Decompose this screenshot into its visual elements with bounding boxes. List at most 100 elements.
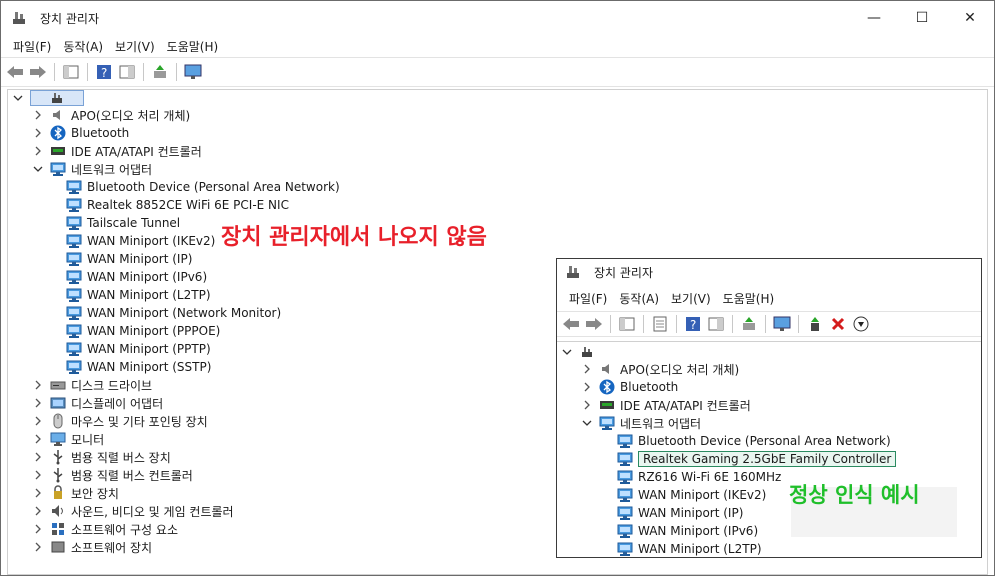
minimize-button[interactable]: — bbox=[850, 1, 898, 35]
device-item[interactable]: RZ616 Wi-Fi 6E 160MHz bbox=[617, 468, 781, 486]
maximize-button[interactable]: ☐ bbox=[898, 1, 946, 35]
device-item[interactable]: WAN Miniport (PPPOE) bbox=[66, 322, 220, 340]
chevron-right-icon[interactable] bbox=[32, 109, 44, 121]
device-category[interactable]: Bluetooth bbox=[581, 378, 678, 396]
show-hide-console-tree-icon[interactable] bbox=[61, 62, 81, 82]
device-category[interactable]: 범용 직렬 버스 장치 bbox=[32, 448, 171, 466]
monitor-icon bbox=[50, 431, 66, 447]
back-arrow-icon[interactable] bbox=[561, 314, 581, 334]
menu-file[interactable]: 파일(F) bbox=[7, 38, 57, 55]
network-adapter-icon bbox=[66, 287, 82, 303]
device-item[interactable]: Realtek Gaming 2.5GbE Family Controller bbox=[617, 450, 897, 468]
device-category[interactable]: 사운드, 비디오 및 게임 컨트롤러 bbox=[32, 502, 234, 520]
device-item[interactable]: Bluetooth Device (Personal Area Network) bbox=[66, 178, 340, 196]
chevron-right-icon[interactable] bbox=[32, 127, 44, 139]
forward-arrow-icon[interactable] bbox=[584, 314, 604, 334]
menu-help[interactable]: 도움말(H) bbox=[161, 38, 225, 55]
menu-view[interactable]: 보기(V) bbox=[665, 290, 717, 307]
tree-root[interactable] bbox=[12, 90, 89, 107]
chevron-right-icon[interactable] bbox=[32, 433, 44, 445]
chevron-down-icon[interactable] bbox=[32, 163, 44, 175]
chevron-right-icon[interactable] bbox=[581, 381, 593, 393]
device-category[interactable]: IDE ATA/ATAPI 컨트롤러 bbox=[581, 396, 751, 414]
device-item[interactable]: WAN Miniport (IP) bbox=[617, 504, 743, 522]
device-category[interactable]: 보안 장치 bbox=[32, 484, 119, 502]
help-icon[interactable]: ? bbox=[683, 314, 703, 334]
properties-pane-icon[interactable] bbox=[117, 62, 137, 82]
ide-controller-icon bbox=[50, 143, 66, 159]
scan-hardware-icon[interactable] bbox=[772, 314, 792, 334]
device-label: WAN Miniport (IP) bbox=[87, 252, 193, 266]
display-adapter-icon bbox=[50, 395, 66, 411]
device-item[interactable]: WAN Miniport (L2TP) bbox=[66, 286, 211, 304]
device-item[interactable]: Realtek 8852CE WiFi 6E PCI-E NIC bbox=[66, 196, 289, 214]
device-category[interactable]: APO(오디오 처리 개체) bbox=[581, 360, 739, 378]
device-item[interactable]: WAN Miniport (L2TP) bbox=[617, 540, 762, 557]
menu-view[interactable]: 보기(V) bbox=[109, 38, 161, 55]
device-item[interactable]: WAN Miniport (IP) bbox=[66, 250, 192, 268]
properties-pane-icon[interactable] bbox=[706, 314, 726, 334]
device-category[interactable]: 범용 직렬 버스 컨트롤러 bbox=[32, 466, 193, 484]
device-item[interactable]: Tailscale Tunnel bbox=[66, 214, 180, 232]
device-item[interactable]: WAN Miniport (IPv6) bbox=[617, 522, 758, 540]
device-category[interactable]: 디스플레이 어댑터 bbox=[32, 394, 163, 412]
device-category[interactable]: 마우스 및 기타 포인팅 장치 bbox=[32, 412, 208, 430]
enable-device-icon[interactable] bbox=[805, 314, 825, 334]
chevron-right-icon[interactable] bbox=[32, 469, 44, 481]
forward-arrow-icon[interactable] bbox=[28, 62, 48, 82]
device-item[interactable]: WAN Miniport (IPv6) bbox=[66, 268, 207, 286]
device-category[interactable]: Bluetooth bbox=[32, 124, 129, 142]
back-arrow-icon[interactable] bbox=[5, 62, 25, 82]
properties-icon[interactable] bbox=[650, 314, 670, 334]
chevron-down-icon[interactable] bbox=[561, 346, 573, 358]
chevron-right-icon[interactable] bbox=[581, 363, 593, 375]
scan-hardware-icon[interactable] bbox=[183, 62, 203, 82]
device-category[interactable]: 네트워크 어댑터 bbox=[581, 414, 701, 432]
chevron-right-icon[interactable] bbox=[32, 541, 44, 553]
device-item[interactable]: WAN Miniport (IKEv2) bbox=[617, 486, 766, 504]
device-item[interactable]: WAN Miniport (SSTP) bbox=[66, 358, 211, 376]
device-category[interactable]: 디스크 드라이브 bbox=[32, 376, 152, 394]
chevron-right-icon[interactable] bbox=[32, 379, 44, 391]
device-category[interactable]: 모니터 bbox=[32, 430, 104, 448]
device-item[interactable]: WAN Miniport (IKEv2) bbox=[66, 232, 215, 250]
device-item[interactable]: WAN Miniport (PPTP) bbox=[66, 340, 211, 358]
device-category[interactable]: 네트워크 어댑터 bbox=[32, 160, 152, 178]
menu-action[interactable]: 동작(A) bbox=[57, 38, 109, 55]
chevron-right-icon[interactable] bbox=[32, 145, 44, 157]
chevron-right-icon[interactable] bbox=[32, 487, 44, 499]
device-item[interactable]: WAN Miniport (Network Monitor) bbox=[66, 304, 281, 322]
device-label: WAN Miniport (L2TP) bbox=[87, 288, 211, 302]
close-button[interactable]: ✕ bbox=[946, 1, 994, 35]
chevron-right-icon[interactable] bbox=[32, 415, 44, 427]
help-icon[interactable]: ? bbox=[94, 62, 114, 82]
menu-action[interactable]: 동작(A) bbox=[613, 290, 665, 307]
menu-help[interactable]: 도움말(H) bbox=[717, 290, 781, 307]
chevron-right-icon[interactable] bbox=[32, 397, 44, 409]
update-driver-icon[interactable] bbox=[739, 314, 759, 334]
chevron-right-icon[interactable] bbox=[581, 399, 593, 411]
device-category[interactable]: 소프트웨어 구성 요소 bbox=[32, 520, 178, 538]
chevron-down-icon[interactable] bbox=[581, 417, 593, 429]
chevron-right-icon[interactable] bbox=[32, 451, 44, 463]
show-hide-console-tree-icon[interactable] bbox=[617, 314, 637, 334]
chevron-right-icon[interactable] bbox=[32, 505, 44, 517]
chevron-down-icon[interactable] bbox=[12, 92, 24, 104]
audio-icon bbox=[599, 361, 615, 377]
update-driver-icon[interactable] bbox=[150, 62, 170, 82]
tree-root[interactable] bbox=[561, 343, 600, 361]
device-label: 범용 직렬 버스 장치 bbox=[71, 450, 171, 465]
chevron-right-icon[interactable] bbox=[32, 523, 44, 535]
device-category[interactable]: APO(오디오 처리 개체) bbox=[32, 106, 190, 124]
disable-device-icon[interactable] bbox=[851, 314, 871, 334]
device-label: 소프트웨어 구성 요소 bbox=[71, 522, 178, 537]
device-category[interactable]: IDE ATA/ATAPI 컨트롤러 bbox=[32, 142, 202, 160]
device-label: IDE ATA/ATAPI 컨트롤러 bbox=[620, 398, 751, 413]
device-item[interactable]: Bluetooth Device (Personal Area Network) bbox=[617, 432, 891, 450]
device-manager-icon bbox=[11, 10, 27, 26]
bluetooth-icon bbox=[599, 379, 615, 395]
menu-file[interactable]: 파일(F) bbox=[563, 290, 613, 307]
device-category[interactable]: 소프트웨어 장치 bbox=[32, 538, 152, 556]
usb-icon bbox=[50, 449, 66, 465]
uninstall-device-icon[interactable] bbox=[828, 314, 848, 334]
